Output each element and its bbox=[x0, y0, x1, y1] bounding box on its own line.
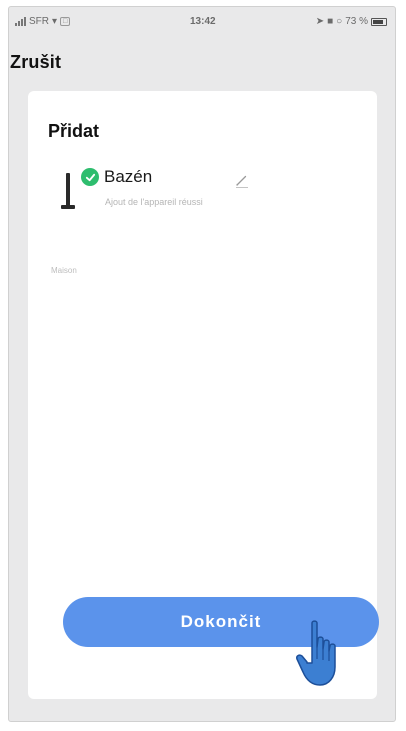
location-icon: ➤ bbox=[315, 16, 325, 27]
battery-percent: 73 % bbox=[345, 16, 368, 27]
device-name: Bazén bbox=[104, 167, 153, 186]
nav-bar: Zrušit bbox=[9, 43, 395, 83]
lock-icon: ■ bbox=[327, 16, 334, 27]
add-device-card: Přidat Bazén Ajout de l'appareil réussi … bbox=[28, 91, 379, 699]
vpn-icon: □ bbox=[60, 17, 71, 26]
cancel-button[interactable]: Zrušit bbox=[10, 52, 61, 73]
edit-pencil-icon[interactable] bbox=[233, 171, 251, 189]
status-bar: SFR ▾ □ 13:42 ➤ ■ ○ 73 % bbox=[9, 7, 395, 37]
battery-icon bbox=[371, 17, 387, 26]
status-right: ➤ ■ ○ 73 % bbox=[316, 16, 387, 27]
status-time: 13:42 bbox=[190, 16, 216, 27]
wifi-icon: ▾ bbox=[52, 16, 58, 27]
alarm-icon: ○ bbox=[336, 16, 343, 27]
carrier-name: SFR bbox=[29, 16, 49, 27]
page-title: Přidat bbox=[48, 121, 100, 141]
status-left: SFR ▾ □ bbox=[15, 16, 71, 27]
signal-icon bbox=[15, 17, 26, 26]
room-field-label[interactable]: Maison bbox=[51, 266, 77, 275]
hand-pointer-icon bbox=[296, 620, 336, 686]
device-status-text: Ajout de l'appareil réussi bbox=[105, 197, 203, 207]
success-check-icon bbox=[81, 168, 99, 186]
pool-lamp-icon bbox=[61, 173, 75, 209]
phone-screen: SFR ▾ □ 13:42 ➤ ■ ○ 73 % Zrušit Přidat B… bbox=[8, 6, 396, 722]
